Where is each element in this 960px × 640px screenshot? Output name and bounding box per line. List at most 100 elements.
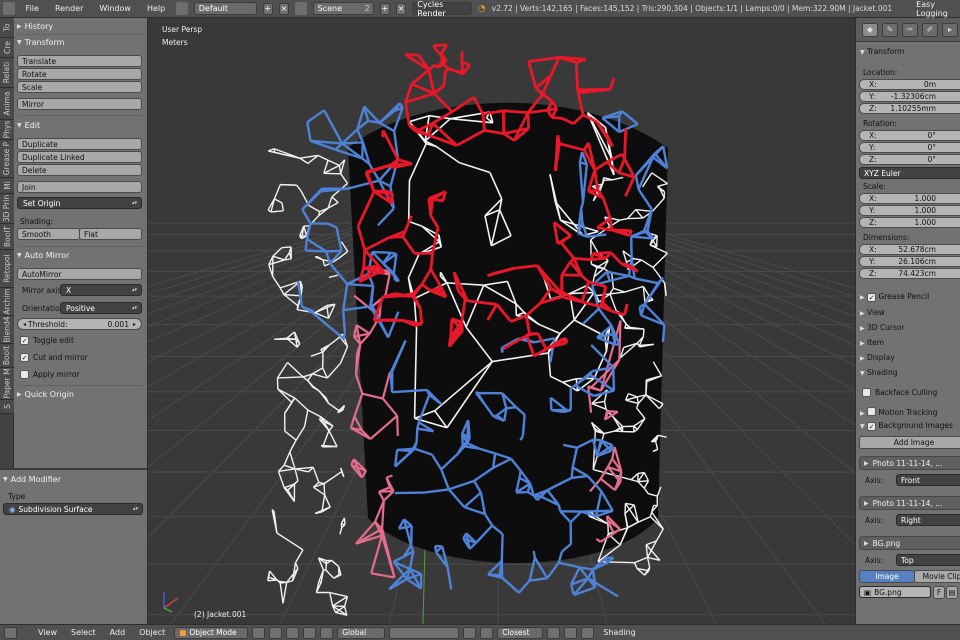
toggle-edit-checkbox[interactable]: ✓: [20, 336, 29, 345]
layout-selector[interactable]: Default: [193, 2, 257, 15]
rotation-field[interactable]: X: 0°: [859, 130, 960, 141]
object-properties-tab-icon[interactable]: ◆: [862, 23, 878, 37]
dimensions-field[interactable]: Y: 26.106cm: [859, 256, 960, 267]
tool-shelf-tab[interactable]: Grease P: [0, 140, 14, 178]
backface-culling-checkbox[interactable]: [862, 388, 871, 397]
flat-button[interactable]: Flat: [79, 228, 142, 240]
annotate-tab-icon[interactable]: ✑: [902, 23, 918, 37]
menu-add[interactable]: Add: [105, 628, 131, 637]
bg-axis-dropdown[interactable]: Right: [896, 514, 960, 526]
transform-panel-header[interactable]: ▼ Transform: [860, 47, 904, 56]
menu-select[interactable]: Select: [66, 628, 101, 637]
proportional-edit-icon[interactable]: [564, 626, 578, 639]
editor-type-icon[interactable]: [3, 2, 15, 15]
location-field[interactable]: Y: -1.32306cm: [859, 91, 960, 102]
tool-shelf-tab[interactable]: Retopol: [0, 250, 14, 288]
add-scene-button[interactable]: +: [379, 2, 391, 15]
bg-axis-dropdown[interactable]: Front: [896, 474, 960, 486]
tool-shelf-tab[interactable]: 3D Prin: [0, 194, 14, 224]
collapsed-section-header[interactable]: ▶ 3D Cursor: [860, 323, 905, 332]
add-image-button[interactable]: Add Image: [859, 436, 960, 449]
viewport-canvas[interactable]: [148, 18, 855, 624]
add-modifier-panel-header[interactable]: ▼ Add Modifier: [3, 472, 144, 486]
rotation-field[interactable]: Z: 0°: [859, 154, 960, 165]
dimensions-field[interactable]: X: 52.678cm: [859, 244, 960, 255]
tool-shelf-tab[interactable]: Boolt: [0, 344, 14, 368]
tool-shelf-tab[interactable]: Blend4: [0, 316, 14, 344]
auto-mirror-panel-header[interactable]: ▼ Auto Mirror: [17, 248, 144, 262]
bg-image-header[interactable]: ▶ Photo 11-11-14, ...: [859, 496, 960, 510]
history-panel-header[interactable]: ▶ History: [17, 19, 144, 33]
modifier-type-dropdown[interactable]: ◉ Subdivision Surface: [3, 503, 143, 515]
threshold-field[interactable]: ◂ Threshold: 0.001 ▸: [17, 318, 142, 330]
scale-field[interactable]: X: 1.000: [859, 193, 960, 204]
tool-shelf-tab[interactable]: Archim: [0, 288, 14, 316]
bg-file-field[interactable]: ▣ BG.png: [859, 586, 931, 598]
duplicate-button[interactable]: Duplicate: [17, 138, 142, 150]
more-tab-icon[interactable]: ▸: [942, 23, 958, 37]
dimensions-field[interactable]: Z: 74.423cm: [859, 268, 960, 279]
cut-and-mirror-checkbox[interactable]: ✓: [20, 353, 29, 362]
collapsed-section-header[interactable]: ▶ Display: [860, 353, 895, 362]
mirror-axis-dropdown[interactable]: X: [60, 284, 142, 296]
transform-panel-header[interactable]: ▼ Transform: [17, 35, 144, 49]
collapsed-section-header[interactable]: ▶ Item: [860, 338, 884, 347]
automirror-button[interactable]: AutoMirror: [17, 268, 142, 280]
grease-pencil-checkbox[interactable]: ✓: [867, 293, 877, 302]
menu-view[interactable]: View: [33, 628, 62, 637]
delete-button[interactable]: Delete: [17, 164, 142, 176]
menu-render[interactable]: Render: [50, 4, 88, 13]
screen-layout-icon[interactable]: [176, 2, 188, 15]
tool-shelf-tab[interactable]: BoolT: [0, 224, 14, 250]
tool-shelf-tab[interactable]: Paper M: [0, 368, 14, 400]
tool-shelf-tab[interactable]: To: [0, 18, 14, 38]
translate-button[interactable]: Translate: [17, 55, 142, 67]
open-file-icon[interactable]: ▤: [946, 586, 958, 599]
viewport-shading-icon[interactable]: [252, 626, 266, 639]
bg-axis-dropdown[interactable]: Top: [896, 554, 960, 566]
add-layout-button[interactable]: +: [262, 2, 273, 15]
motion-tracking-checkbox[interactable]: [867, 407, 877, 416]
scene-selector[interactable]: Scene 2: [312, 2, 374, 15]
location-field[interactable]: Z: 1.10255mm: [859, 103, 960, 114]
snap-icon[interactable]: [480, 626, 494, 639]
rotate-button[interactable]: Rotate: [17, 68, 142, 80]
manipulator-icon[interactable]: [286, 626, 300, 639]
snap-element-icon[interactable]: [547, 626, 561, 639]
increment-arrow-icon[interactable]: ▸: [133, 321, 136, 328]
tool-shelf-tab[interactable]: Anima: [0, 88, 14, 120]
remove-layout-button[interactable]: ×: [278, 2, 290, 15]
render-engine-select[interactable]: Cycles Render: [412, 0, 472, 18]
orientation-dropdown[interactable]: Positive: [60, 302, 142, 314]
tool-shelf-tab[interactable]: Cre: [0, 38, 14, 58]
bg-image-header[interactable]: ▶ BG.png: [859, 536, 960, 550]
join-button[interactable]: Join: [17, 181, 142, 193]
tool-shelf-tab[interactable]: Relati: [0, 58, 14, 88]
movie-clip-tab[interactable]: Movie Clip: [914, 570, 960, 583]
scale-field[interactable]: Z: 1.000: [859, 217, 960, 228]
tool-shelf-tab[interactable]: Mi: [0, 178, 14, 194]
image-tab[interactable]: Image: [859, 570, 915, 583]
easy-logging-label[interactable]: Easy Logging: [916, 0, 960, 18]
scale-button[interactable]: Scale: [17, 81, 142, 93]
pencil-tab-icon[interactable]: ✐: [922, 23, 938, 37]
rotate-manipulator-icon[interactable]: [320, 626, 334, 639]
3d-viewport[interactable]: User Persp Meters (2) Jacket.001: [148, 18, 855, 624]
quick-origin-panel-header[interactable]: ▶ Quick Origin: [17, 387, 144, 401]
remove-scene-button[interactable]: ×: [396, 2, 407, 15]
render-preview-icon[interactable]: [581, 626, 595, 639]
tool-shelf-tab[interactable]: Phys: [0, 120, 14, 140]
scene-icon[interactable]: [295, 2, 307, 15]
collapsed-section-header[interactable]: ▶ View: [860, 308, 885, 317]
duplicate-linked-button[interactable]: Duplicate Linked: [17, 151, 142, 163]
edit-panel-header[interactable]: ▼ Edit: [17, 118, 144, 132]
layers-grid[interactable]: [389, 626, 460, 639]
menu-window[interactable]: Window: [94, 4, 136, 13]
scale-field[interactable]: Y: 1.000: [859, 205, 960, 216]
rotation-mode-dropdown[interactable]: XYZ Euler: [859, 167, 960, 179]
set-origin-dropdown[interactable]: Set Origin: [17, 197, 142, 209]
menu-help[interactable]: Help: [142, 4, 170, 13]
tool-shelf-tab[interactable]: S: [0, 400, 14, 414]
translate-manipulator-icon[interactable]: [303, 626, 317, 639]
apply-mirror-checkbox[interactable]: [20, 370, 29, 379]
